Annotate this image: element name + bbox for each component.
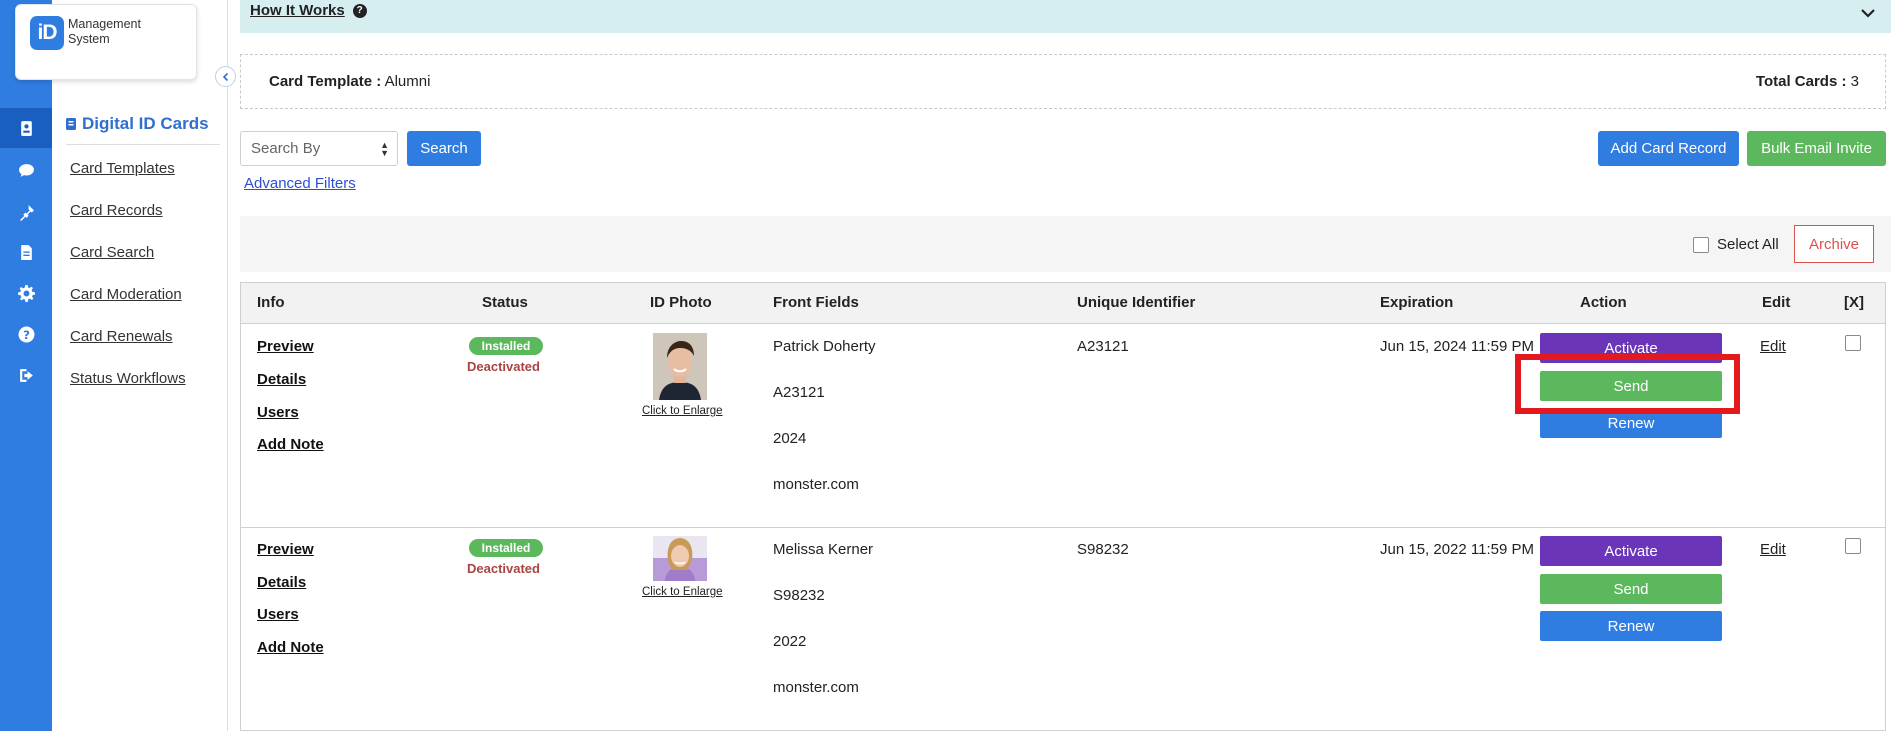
front-field-id: A23121 [773, 384, 825, 401]
col-unique-identifier: Unique Identifier [1077, 294, 1196, 311]
how-it-works-bar[interactable]: How It Works ? [240, 0, 1891, 33]
total-cards-group: Total Cards : 3 [1756, 73, 1859, 90]
col-action: Action [1580, 294, 1627, 311]
subnav-item-status-workflows[interactable]: Status Workflows [70, 370, 186, 387]
col-info: Info [257, 294, 285, 311]
expiration-date: Jun 15, 2022 11:59 PM [1380, 541, 1534, 558]
how-it-works-text: How It Works [250, 2, 345, 19]
id-card-icon[interactable] [0, 108, 52, 148]
highlight-box [1515, 354, 1740, 414]
row-select-checkbox[interactable] [1845, 335, 1861, 351]
card-template-value: Alumni [384, 73, 431, 90]
unique-identifier: S98232 [1077, 541, 1129, 558]
total-cards-label: Total Cards : [1755, 73, 1847, 90]
select-arrows-icon: ▲ ▼ [380, 140, 389, 158]
male-portrait-image [653, 333, 707, 400]
add-note-link[interactable]: Add Note [257, 639, 324, 656]
question-icon: ? [352, 3, 367, 18]
unique-identifier: A23121 [1077, 338, 1129, 355]
click-to-enlarge-link[interactable]: Click to Enlarge [642, 405, 723, 417]
edit-link[interactable]: Edit [1760, 338, 1786, 355]
col-id-photo: ID Photo [650, 294, 712, 311]
subnav-item-card-renewals[interactable]: Card Renewals [70, 328, 173, 345]
gear-icon[interactable] [0, 273, 52, 313]
col-status: Status [482, 294, 528, 311]
front-field-year: 2024 [773, 430, 807, 447]
add-card-record-button[interactable]: Add Card Record [1598, 131, 1739, 166]
preview-link[interactable]: Preview [257, 541, 314, 558]
subnav-title-text: Digital ID Cards [82, 114, 209, 133]
document-icon[interactable] [0, 232, 52, 272]
collapse-sidebar-button[interactable] [215, 66, 236, 87]
col-select: [X] [1844, 294, 1864, 311]
bulk-actions-bar [240, 216, 1891, 272]
row-select-checkbox[interactable] [1845, 538, 1861, 554]
sub-navigation [52, 0, 228, 731]
status-text: Deactivated [467, 359, 540, 374]
id-photo[interactable] [653, 333, 707, 400]
add-note-link[interactable]: Add Note [257, 436, 324, 453]
advanced-filters-link[interactable]: Advanced Filters [244, 175, 356, 192]
archive-button[interactable]: Archive [1794, 225, 1874, 263]
edit-link[interactable]: Edit [1760, 541, 1786, 558]
front-field-domain: monster.com [773, 476, 859, 493]
status-text: Deactivated [467, 561, 540, 576]
card-template-label-group: Card Template : Alumni [269, 73, 430, 90]
front-field-year: 2022 [773, 633, 807, 650]
how-it-works-label[interactable]: How It Works ? [250, 2, 367, 19]
bulk-email-invite-button[interactable]: Bulk Email Invite [1747, 131, 1886, 166]
subnav-divider [66, 144, 220, 145]
select-all-checkbox[interactable] [1693, 236, 1709, 253]
card-records-table: Info Status ID Photo Front Fields Unique… [240, 282, 1886, 731]
status-badge: Installed [469, 337, 543, 355]
renew-button[interactable]: Renew [1540, 611, 1722, 641]
subnav-item-card-records[interactable]: Card Records [70, 202, 163, 219]
table-row: Preview Details Users Add Note Installed… [241, 527, 1885, 730]
table-header: Info Status ID Photo Front Fields Unique… [241, 283, 1885, 324]
card-template-info: Card Template : Alumni Total Cards : 3 [240, 54, 1886, 109]
id-card-small-icon [66, 118, 76, 130]
card-template-label: Card Template : [269, 73, 382, 90]
send-button[interactable]: Send [1540, 574, 1722, 604]
search-button[interactable]: Search [407, 131, 481, 166]
click-to-enlarge-link[interactable]: Click to Enlarge [642, 586, 723, 598]
plugin-icon[interactable] [0, 192, 52, 232]
col-edit: Edit [1762, 294, 1791, 311]
search-by-placeholder: Search By [251, 140, 321, 157]
svg-text:?: ? [23, 327, 30, 341]
subnav-item-card-moderation[interactable]: Card Moderation [70, 286, 182, 303]
help-icon[interactable]: ? [0, 314, 52, 354]
subnav-item-card-search[interactable]: Card Search [70, 244, 154, 261]
id-photo[interactable] [653, 536, 707, 581]
left-rail: ? [0, 0, 52, 731]
status-badge: Installed [469, 539, 543, 557]
female-portrait-image [653, 536, 707, 581]
subnav-title: Digital ID Cards [66, 114, 209, 134]
col-front-fields: Front Fields [773, 294, 859, 311]
front-field-domain: monster.com [773, 679, 859, 696]
users-link[interactable]: Users [257, 404, 299, 421]
chat-icon[interactable] [0, 150, 52, 190]
logout-icon[interactable] [0, 355, 52, 395]
front-field-name: Patrick Doherty [773, 338, 876, 355]
preview-link[interactable]: Preview [257, 338, 314, 355]
select-all-control[interactable]: Select All [1693, 236, 1779, 253]
chevron-down-icon[interactable] [1859, 4, 1877, 22]
total-cards-value: 3 [1850, 73, 1859, 90]
search-by-select[interactable]: Search By ▲ ▼ [240, 131, 398, 166]
chevron-left-icon [222, 72, 228, 81]
details-link[interactable]: Details [257, 574, 306, 591]
col-expiration: Expiration [1380, 294, 1454, 311]
details-link[interactable]: Details [257, 371, 306, 388]
select-all-label: Select All [1717, 236, 1779, 253]
front-field-name: Melissa Kerner [773, 541, 874, 558]
subnav-item-card-templates[interactable]: Card Templates [70, 160, 175, 177]
expiration-date: Jun 15, 2024 11:59 PM [1380, 338, 1534, 355]
activate-button[interactable]: Activate [1540, 536, 1722, 566]
users-link[interactable]: Users [257, 606, 299, 623]
front-field-id: S98232 [773, 587, 825, 604]
